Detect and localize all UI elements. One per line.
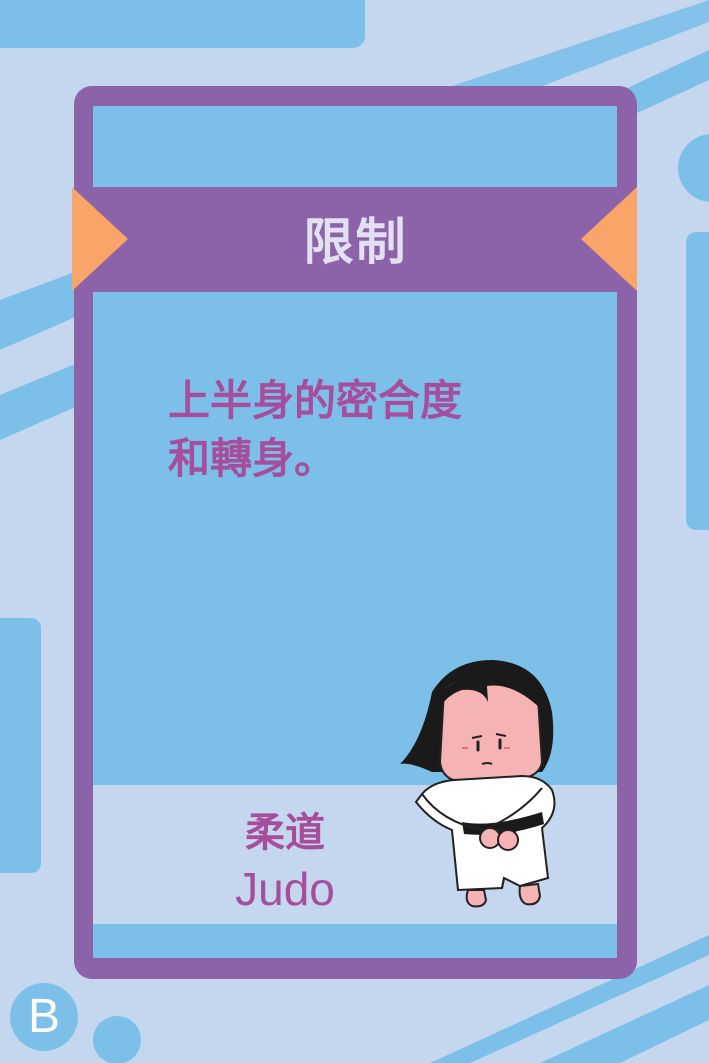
rule-line-1: 上半身的密合度 xyxy=(168,376,463,425)
edition-badge: B xyxy=(10,983,78,1051)
rule-line-2: 和轉身。 xyxy=(168,434,337,483)
banner-title: 限制 xyxy=(303,213,408,271)
judo-character-icon xyxy=(400,660,556,908)
sport-name-english: Judo xyxy=(235,863,335,915)
sport-name-chinese: 柔道 xyxy=(245,810,325,856)
rule-text: 上半身的密合度 和轉身。 xyxy=(168,372,548,488)
